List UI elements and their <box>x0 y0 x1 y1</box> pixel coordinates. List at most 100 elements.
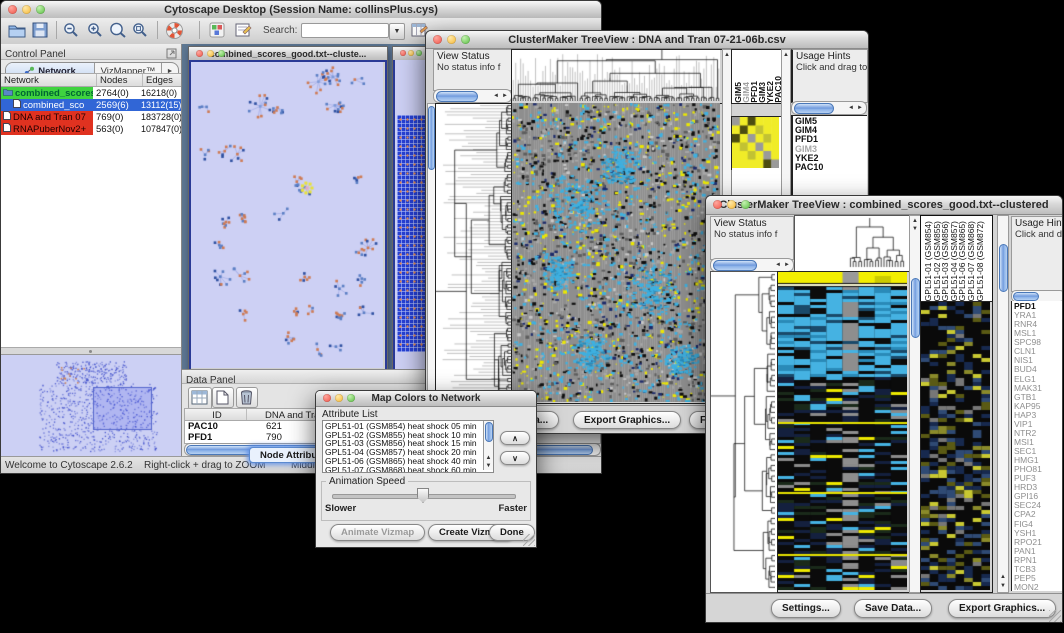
animate-vizmap-button[interactable]: Animate Vizmap <box>330 524 425 541</box>
gene-labels-list: PFD1YRA1RNR4MSL1SPC98CLN1NIS1BUD4ELG1MAK… <box>1011 301 1063 591</box>
control-panel-title: Control Panel <box>1 49 66 60</box>
close-icon[interactable] <box>713 200 722 209</box>
resize-grip[interactable] <box>1049 610 1061 622</box>
move-up-button[interactable]: ∧ <box>500 431 530 445</box>
heatmap-canvas[interactable] <box>511 103 723 404</box>
search-dropdown[interactable]: ▼ <box>389 23 405 40</box>
open-folder-icon[interactable] <box>8 22 26 43</box>
data-panel-title: Data Panel <box>182 375 235 386</box>
close-icon[interactable] <box>433 35 442 44</box>
search-input[interactable] <box>301 23 389 38</box>
table-row[interactable]: combined_scores_ 2764(0) 16218(0) <box>1 87 181 99</box>
minimize-icon[interactable] <box>22 5 31 14</box>
treeview2-titlebar[interactable]: ClusterMaker TreeView : combined_scores_… <box>706 196 1062 215</box>
help-icon[interactable] <box>165 21 184 45</box>
status-hint-zoom: Right-click + drag to ZOOM <box>144 460 265 471</box>
view-status-scrollbar[interactable]: ◄► <box>433 89 512 103</box>
treeview1-titlebar[interactable]: ClusterMaker TreeView : DNA and Tran 07-… <box>426 31 868 49</box>
save-icon[interactable] <box>32 22 48 43</box>
view-status-panel: View Status No status info f <box>433 49 512 91</box>
row-dendrogram[interactable] <box>435 103 511 405</box>
usage-hints-panel: Usage Hints Click and drag to <box>1011 216 1063 292</box>
zoom-in-icon[interactable] <box>87 22 104 44</box>
network-table: Network Nodes Edges combined_scores_ 276… <box>1 73 181 348</box>
zoom-selected-icon[interactable] <box>109 22 128 44</box>
zoom-window-icon[interactable] <box>218 50 225 57</box>
traffic-lights <box>8 5 45 14</box>
file-icon <box>13 99 21 111</box>
close-icon[interactable] <box>323 394 331 402</box>
global-heatmap-canvas[interactable] <box>920 301 993 593</box>
file-icon <box>3 123 11 135</box>
move-down-button[interactable]: ∨ <box>500 451 530 465</box>
attribute-listbox[interactable]: GPL51-01 (GSM854) heat shock 05 minGPL51… <box>322 420 494 473</box>
attribute-item[interactable]: GPL51-07 (GSM868) heat shock 60 min <box>323 466 493 473</box>
delete-attribute-icon[interactable] <box>236 387 258 408</box>
zoom-window-icon[interactable] <box>416 50 422 56</box>
col-header-id[interactable]: ID <box>185 409 247 420</box>
attribute-list-scrollbar[interactable]: ▲▼ <box>483 421 493 470</box>
heatmap-canvas[interactable] <box>777 271 910 593</box>
close-icon[interactable] <box>400 50 406 56</box>
view-status-scrollbar[interactable]: ◄► <box>710 258 794 272</box>
control-panel: Control Panel Network VizMapper™ ► Netwo… <box>1 44 182 456</box>
right-vscrollbar[interactable]: ▲▼ <box>997 215 1009 593</box>
row-label[interactable]: PAC10 <box>793 163 867 172</box>
faster-label: Faster <box>498 503 527 514</box>
column-dendrogram[interactable] <box>511 49 723 104</box>
attribute-list-label: Attribute List <box>322 409 378 420</box>
column-dendrogram[interactable] <box>794 215 910 272</box>
traffic-lights <box>433 35 470 44</box>
network-view-titlebar[interactable]: combined_scores_good.txt--cluste... <box>189 47 387 61</box>
minimize-icon[interactable] <box>408 50 414 56</box>
minimize-icon[interactable] <box>207 50 214 57</box>
table-row-selected[interactable]: combined_sco 2569(6) 13112(15) <box>1 99 181 111</box>
select-attributes-icon[interactable] <box>188 387 212 410</box>
zoom-window-icon[interactable] <box>347 394 355 402</box>
minimize-icon[interactable] <box>727 200 736 209</box>
treeview1-title: ClusterMaker TreeView : DNA and Tran 07-… <box>426 34 868 46</box>
export-graphics-button[interactable]: Export Graphics... <box>948 599 1056 618</box>
col-header-network[interactable]: Network <box>1 74 97 86</box>
screen: Cytoscape Desktop (Session Name: collins… <box>0 0 1064 633</box>
birdseye-view[interactable] <box>1 354 181 457</box>
treeview-window-combined: ClusterMaker TreeView : combined_scores_… <box>705 195 1063 623</box>
zoom-window-icon[interactable] <box>36 5 45 14</box>
slower-label: Slower <box>325 503 356 514</box>
gene-label[interactable]: MON2 <box>1012 583 1063 591</box>
col-header-edges[interactable]: Edges <box>143 74 181 86</box>
zoom-out-icon[interactable] <box>63 22 80 44</box>
create-attribute-icon[interactable] <box>212 387 234 408</box>
network-canvas[interactable] <box>191 62 383 368</box>
save-data-button[interactable]: Save Data... <box>854 599 932 618</box>
col-header-nodes[interactable]: Nodes <box>97 74 143 86</box>
network-view-window: combined_scores_good.txt--cluste... <box>188 46 388 373</box>
table-row[interactable]: RNAPuberNov2+ 563(0) 107847(0) <box>1 123 181 135</box>
animation-speed-group <box>321 481 531 521</box>
map-colors-dialog: Map Colors to Network Attribute List GPL… <box>315 390 537 548</box>
resize-grip[interactable] <box>523 534 535 546</box>
traffic-lights <box>400 50 422 56</box>
traffic-lights <box>323 394 355 402</box>
zoom-fit-icon[interactable] <box>132 22 149 44</box>
close-icon[interactable] <box>8 5 17 14</box>
row-dendrogram[interactable] <box>710 271 778 593</box>
settings-button[interactable]: Settings... <box>771 599 841 618</box>
usage-hints-scrollbar[interactable]: ◄► <box>791 101 867 115</box>
plugin-manager-icon[interactable] <box>209 22 225 43</box>
column-label[interactable]: GPL51-08 (GSM872) <box>976 221 985 301</box>
annotation-icon[interactable] <box>235 22 252 43</box>
zoom-window-icon[interactable] <box>741 200 750 209</box>
minimize-icon[interactable] <box>447 35 456 44</box>
zoom-matrix[interactable] <box>731 116 782 171</box>
view-status-panel: View Status No status info f <box>710 216 794 260</box>
table-row[interactable]: DNA and Tran 07 769(0) 183728(0) <box>1 111 181 123</box>
main-titlebar[interactable]: Cytoscape Desktop (Session Name: collins… <box>1 1 601 19</box>
export-graphics-button[interactable]: Export Graphics... <box>573 411 681 429</box>
minimize-icon[interactable] <box>335 394 343 402</box>
zoom-window-icon[interactable] <box>461 35 470 44</box>
dialog-titlebar[interactable]: Map Colors to Network <box>316 391 536 407</box>
file-icon <box>3 111 11 123</box>
close-icon[interactable] <box>196 50 203 57</box>
column-labels-block: GIM5GIM4PFD1GIM3YKE2PAC10 <box>731 49 782 104</box>
